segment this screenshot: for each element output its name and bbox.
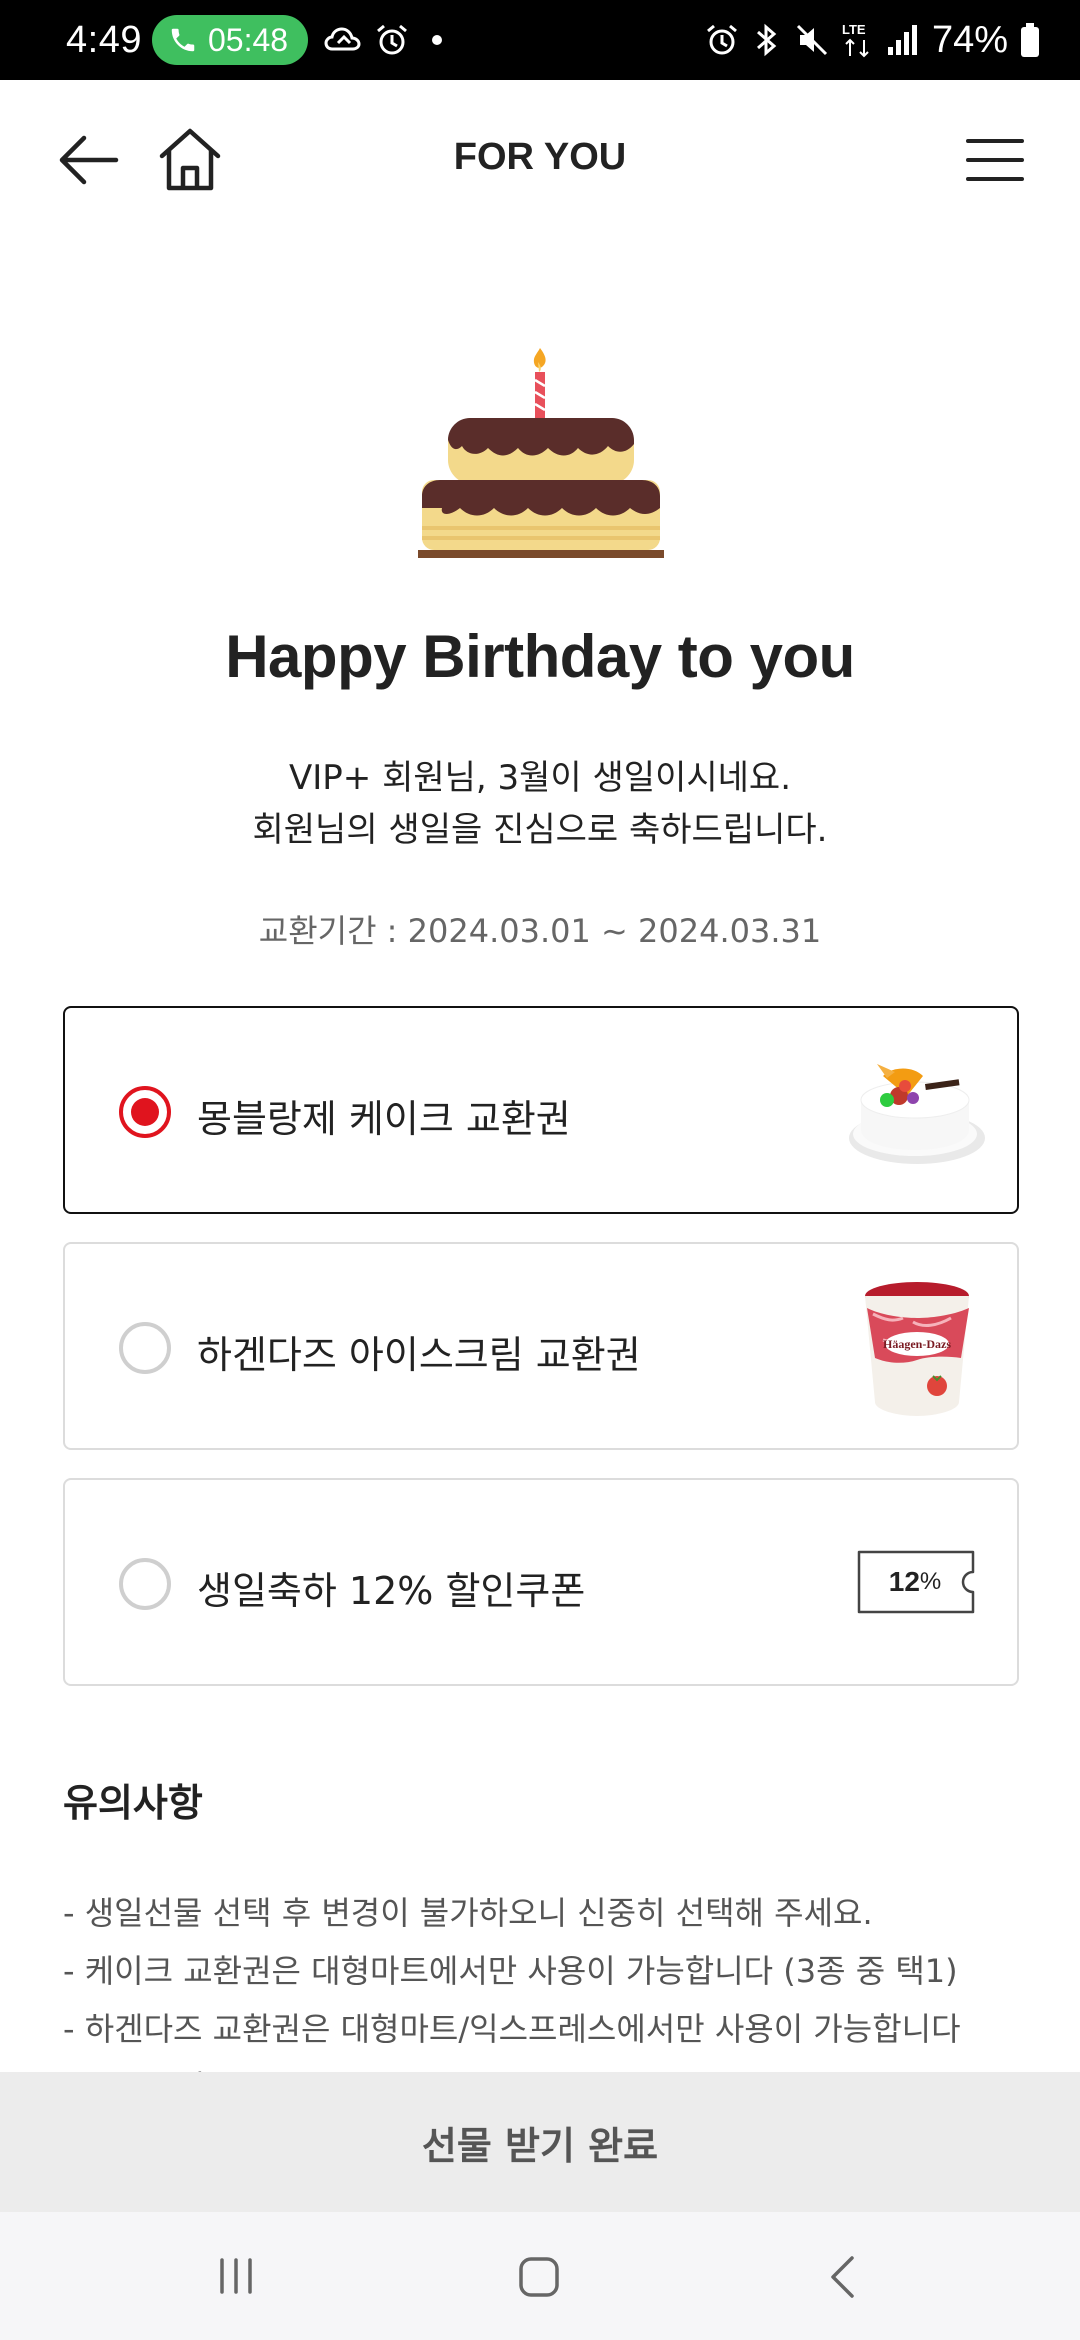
call-timer: 05:48 <box>207 21 289 58</box>
hamburger-menu-icon[interactable] <box>966 138 1024 182</box>
system-nav-bar <box>0 2212 1080 2340</box>
back-nav-icon[interactable] <box>828 2254 856 2300</box>
gift-received-label: 선물 받기 완료 <box>421 2123 659 2168</box>
lte-signal-icon: LTE <box>842 22 869 58</box>
call-icon <box>171 28 195 52</box>
gift-option-label: 생일축하 12% 할인쿠폰 <box>197 1569 586 1613</box>
coupon-badge-value: 12 <box>888 1566 920 1597</box>
coupon-badge: 12 % <box>855 1550 975 1614</box>
alarm-icon <box>377 24 408 55</box>
status-bar: 4:49 05:48 LTE 74% <box>0 0 1080 80</box>
radio-unselected[interactable] <box>119 1558 171 1610</box>
notice-line: - 케이크 교환권은 대형마트에서만 사용이 가능합니다 (3종 중 택1) <box>63 1952 958 1990</box>
ice-cream-thumbnail: Häagen-Dazs <box>865 1282 969 1416</box>
gift-option-cake[interactable]: 몽블랑제 케이크 교환권 <box>63 1006 1019 1214</box>
ongoing-call-pill[interactable]: 05:48 <box>151 15 309 65</box>
cloud-icon <box>324 27 361 51</box>
notification-dot <box>432 35 443 45</box>
notice-title: 유의사항 <box>63 1781 203 1825</box>
notice-line: - 생일선물 선택 후 변경이 불가하오니 신중히 선택해 주세요. <box>63 1894 873 1932</box>
birthday-headline: Happy Birthday to you <box>225 623 855 690</box>
radio-selected[interactable] <box>119 1086 171 1138</box>
mute-icon <box>796 24 827 56</box>
coupon-badge-unit: % <box>919 1568 942 1595</box>
svg-text:LTE: LTE <box>842 22 866 37</box>
alarm-icon <box>706 24 737 55</box>
bluetooth-icon <box>756 23 777 57</box>
signal-icon <box>887 25 917 55</box>
birthday-message-line1: VIP+ 회원님, 3월이 생일이시네요. <box>288 758 792 798</box>
exchange-period: 교환기간 : 2024.03.01 ~ 2024.03.31 <box>258 912 822 950</box>
recents-icon[interactable] <box>216 2256 256 2296</box>
gift-option-icecream[interactable]: 하겐다즈 아이스크림 교환권 Häagen-Dazs <box>63 1242 1019 1450</box>
cake-thumbnail <box>849 1064 985 1164</box>
birthday-message-line2: 회원님의 생일을 진심으로 축하드립니다. <box>252 810 828 850</box>
gift-option-coupon[interactable]: 생일축하 12% 할인쿠폰 12 % <box>63 1478 1019 1686</box>
app-header: FOR YOU <box>0 80 1080 240</box>
battery-icon <box>1021 23 1039 57</box>
page-title: FOR YOU <box>453 136 627 178</box>
battery-percent: 74% <box>931 18 1008 61</box>
status-time: 4:49 <box>66 18 142 61</box>
radio-unselected[interactable] <box>119 1322 171 1374</box>
svg-text:Häagen-Dazs: Häagen-Dazs <box>883 1337 951 1351</box>
gift-option-label: 하겐다즈 아이스크림 교환권 <box>197 1333 641 1377</box>
gift-option-label: 몽블랑제 케이크 교환권 <box>197 1097 571 1141</box>
home-nav-icon[interactable] <box>518 2256 560 2298</box>
birthday-cake-illustration <box>418 348 664 558</box>
gift-received-button[interactable]: 선물 받기 완료 <box>0 2072 1080 2212</box>
notice-line: - 하겐다즈 교환권은 대형마트/익스프레스에서만 사용이 가능합니다 <box>63 2010 961 2048</box>
